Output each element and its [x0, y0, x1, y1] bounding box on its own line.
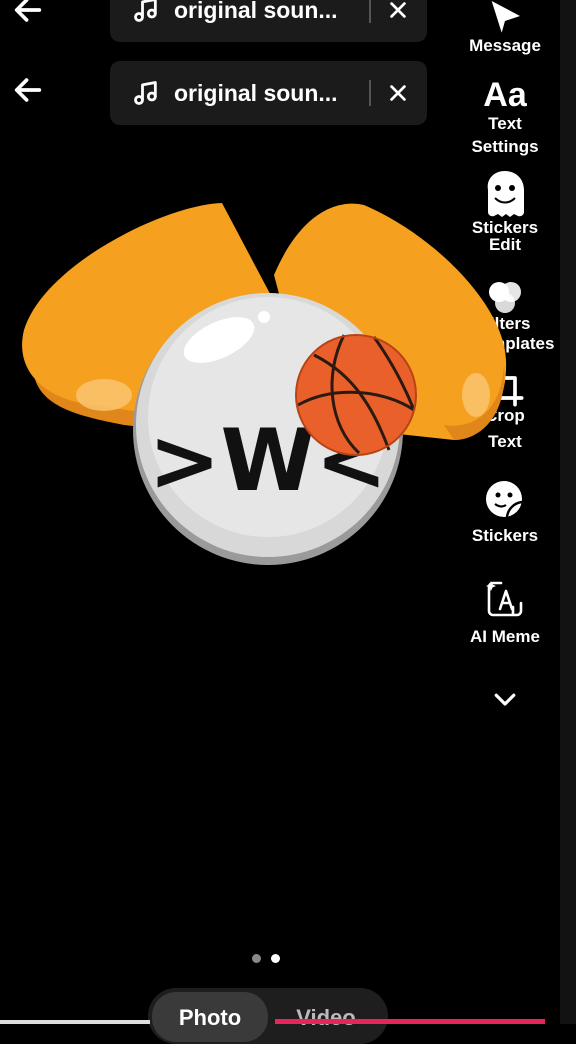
mode-video-button[interactable]: Video [268, 992, 384, 1042]
more-tools-button[interactable] [462, 684, 548, 714]
sound-pill-ghost[interactable]: original soun... [110, 0, 427, 42]
mode-photo-button[interactable]: Photo [152, 992, 268, 1042]
tool-settings[interactable]: Settings [462, 137, 548, 156]
text-aa-icon: Aa [483, 76, 528, 114]
back-button[interactable] [8, 70, 48, 110]
tool-label: AI Meme [470, 627, 540, 646]
tool-label: Text [488, 114, 522, 133]
mode-toggle: Photo Video [148, 988, 388, 1044]
divider [369, 80, 371, 106]
progress-track [0, 1020, 150, 1024]
page-indicator [252, 954, 280, 963]
next-button-edge[interactable] [275, 1019, 545, 1024]
tool-ai-meme[interactable]: AI Meme [462, 577, 548, 645]
remove-sound-icon[interactable] [387, 82, 409, 104]
music-note-icon [134, 0, 157, 22]
send-icon [491, 1, 520, 33]
divider [369, 0, 371, 23]
sound-label: original soun... [174, 0, 338, 23]
chevron-down-icon [494, 693, 516, 706]
emoji-artwork: >W< [22, 203, 507, 565]
page-dot [252, 954, 261, 963]
music-note-icon [134, 81, 157, 105]
basketball [295, 334, 417, 456]
right-edge-strip [560, 0, 576, 1024]
tool-message[interactable]: Message [462, 0, 548, 54]
page-dot-active [271, 954, 280, 963]
tool-label: Settings [471, 137, 539, 156]
tool-label: Message [469, 36, 541, 55]
back-button-ghost[interactable] [8, 0, 48, 30]
tool-text[interactable]: Aa Text [462, 72, 548, 132]
close-icon[interactable] [387, 0, 409, 21]
back-arrow-icon [14, 0, 42, 22]
svg-text:Aa: Aa [483, 76, 528, 114]
sound-pill[interactable]: original soun... [110, 61, 427, 125]
sound-label: original soun... [174, 79, 338, 106]
ai-meme-icon [486, 581, 523, 617]
back-arrow-icon [14, 78, 42, 102]
